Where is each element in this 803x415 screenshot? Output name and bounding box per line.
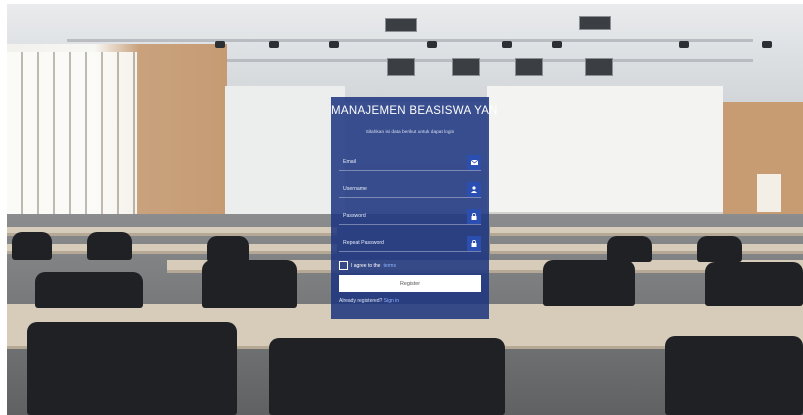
signin-link[interactable]: Sign in — [384, 298, 399, 304]
signin-prompt: Already registered? Sign in — [339, 298, 399, 304]
desk-row — [490, 227, 803, 233]
chair — [705, 262, 803, 306]
username-field-label: Username — [343, 186, 367, 192]
chair — [543, 260, 635, 306]
password-field[interactable]: Password — [339, 209, 481, 225]
chair — [607, 236, 652, 262]
ceiling-lamp — [215, 41, 225, 48]
register-button[interactable]: Register — [339, 275, 481, 292]
email-field[interactable]: Email — [339, 155, 481, 171]
desk-row — [7, 244, 337, 251]
chair — [27, 322, 237, 415]
chair — [12, 232, 52, 260]
already-registered-text: Already registered? — [339, 298, 383, 304]
chair — [269, 338, 505, 415]
window — [7, 52, 137, 217]
chair — [202, 260, 297, 308]
user-icon — [467, 182, 481, 197]
chair — [697, 236, 742, 262]
chair — [35, 272, 143, 308]
ceiling-lamp — [502, 41, 512, 48]
projector — [585, 58, 613, 76]
ceiling-lamp — [329, 41, 339, 48]
projector — [579, 16, 611, 30]
projector — [452, 58, 480, 76]
projection-screen-left — [225, 86, 345, 214]
form-subtitle: Silahkan isi data berikut untuk dapat lo… — [365, 130, 455, 135]
projector — [515, 58, 543, 76]
door — [757, 174, 781, 212]
ceiling-lamp — [762, 41, 772, 48]
chair — [87, 232, 132, 260]
terms-text: I agree to the — [351, 262, 381, 269]
terms-row: I agree to the terms — [339, 261, 396, 270]
ceiling-lamp — [269, 41, 279, 48]
projector — [387, 58, 415, 76]
terms-checkbox[interactable] — [339, 261, 348, 270]
app-title: MANAJEMEN BEASISWA YAN — [331, 105, 498, 117]
envelope-icon — [467, 155, 481, 170]
email-field-label: Email — [343, 159, 356, 165]
repeat-password-field[interactable]: Repeat Password — [339, 236, 481, 252]
ceiling-lamp — [679, 41, 689, 48]
chair — [665, 336, 803, 415]
ceiling-lamp — [427, 41, 437, 48]
projection-screen-main — [487, 86, 723, 212]
projector — [385, 18, 417, 32]
register-panel: MANAJEMEN BEASISWA YAN Silahkan isi data… — [331, 97, 498, 319]
ceiling-beam — [67, 39, 753, 42]
username-field[interactable]: Username — [339, 182, 481, 198]
password-field-label: Password — [343, 213, 366, 219]
chair — [207, 236, 249, 262]
lock-icon — [467, 236, 481, 251]
ceiling-lamp — [552, 41, 562, 48]
lock-icon — [467, 209, 481, 224]
desk-row — [7, 227, 337, 233]
repeat-password-field-label: Repeat Password — [343, 240, 384, 246]
terms-link[interactable]: terms — [383, 263, 396, 269]
